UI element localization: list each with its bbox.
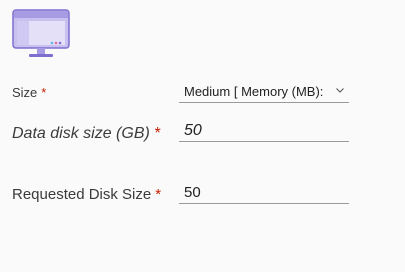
data-disk-label-text: Data disk size (GB) — [12, 125, 150, 142]
requested-disk-value: 50 — [184, 184, 201, 201]
required-mark: * — [41, 85, 47, 100]
requested-disk-row: Requested Disk Size * 50 — [12, 182, 352, 228]
size-label-text: Size — [12, 85, 38, 100]
requested-disk-label: Requested Disk Size * — [12, 184, 162, 206]
data-disk-value: 50 — [184, 122, 202, 139]
required-mark: * — [153, 125, 161, 142]
required-mark: * — [155, 186, 162, 203]
data-disk-label: Data disk size (GB) * — [12, 123, 162, 144]
chevron-down-icon — [336, 88, 344, 93]
vm-form: Size * Medium [ Memory (MB): Data disk si… — [0, 0, 405, 272]
size-row: Size * Medium [ Memory (MB): — [12, 80, 352, 104]
size-select-value: Medium [ Memory (MB): — [184, 84, 324, 99]
data-disk-row: Data disk size (GB) * 50 — [12, 121, 352, 167]
size-select[interactable]: Medium [ Memory (MB): — [179, 80, 349, 103]
size-label: Size * — [12, 85, 46, 100]
requested-disk-input[interactable]: 50 — [179, 182, 349, 204]
virtual-machine-icon — [12, 9, 70, 57]
data-disk-input[interactable]: 50 — [179, 121, 349, 142]
requested-disk-label-text: Requested Disk Size — [12, 186, 152, 203]
